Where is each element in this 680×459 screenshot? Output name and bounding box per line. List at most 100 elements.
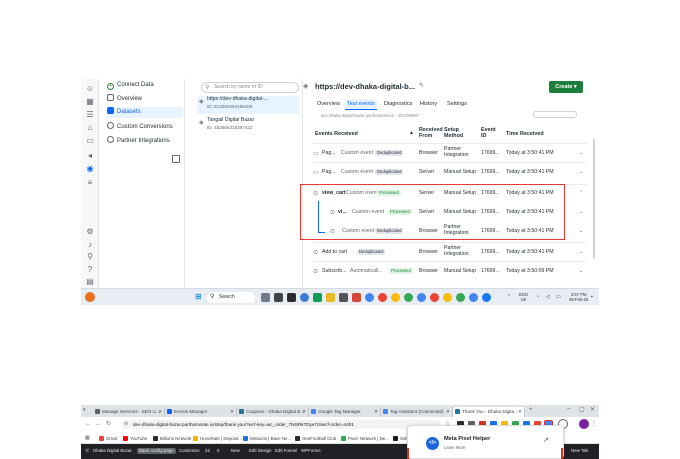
app-icon[interactable] <box>339 293 348 302</box>
tray-chevron-icon[interactable]: ⌃ <box>507 294 511 300</box>
table-row[interactable]: ▭ Pag... Custom event Deduplicated Serve… <box>313 162 587 181</box>
browser-tab[interactable]: Coupons - Dhaka Digital B... ✕ <box>237 407 309 417</box>
bookmark-item[interactable]: YouTube <box>123 435 147 442</box>
clock[interactable]: 3:57 PM 08-Feb-26 <box>569 292 588 302</box>
browser-tab[interactable]: Tag Assistant (Connected) ✕ <box>381 407 453 417</box>
tab-test-events[interactable]: Test events <box>345 99 377 110</box>
chrome-icon[interactable] <box>404 293 413 302</box>
grid-icon[interactable]: ▦ <box>85 97 95 107</box>
sort-icon[interactable]: ▲ <box>409 130 414 136</box>
reload-icon[interactable]: ↻ <box>106 420 111 428</box>
admin-bar-new[interactable]: New <box>231 448 240 454</box>
col-setup-method[interactable]: Setup Method <box>444 127 474 139</box>
admin-bar-wpforms[interactable]: WPForms <box>301 448 321 454</box>
chrome-icon[interactable] <box>378 293 387 302</box>
kebab-menu-icon[interactable]: ⋮ <box>591 420 597 428</box>
bookmark-item[interactable]: OneFootball Club <box>295 435 336 442</box>
chevron-down-icon[interactable]: ⌄ <box>579 169 583 175</box>
chrome-icon[interactable] <box>365 293 374 302</box>
app-icon[interactable] <box>313 293 322 302</box>
nav-datasets[interactable]: Datasets <box>107 107 183 118</box>
chevron-down-icon[interactable]: ⌄ <box>579 249 583 255</box>
bell-icon[interactable]: ♪ <box>85 240 95 250</box>
chrome-icon[interactable] <box>300 293 309 302</box>
col-received-from[interactable]: Received From <box>419 127 443 139</box>
close-icon[interactable]: ✕ <box>230 407 234 417</box>
learn-more-link[interactable]: Learn More <box>444 445 465 450</box>
chevron-down-icon[interactable]: ⌄ <box>579 228 583 234</box>
url-input[interactable]: ⊝ dev-dhaka-digital-bazar.parthomosite.io… <box>121 420 441 429</box>
new-tab-icon[interactable]: + <box>529 407 533 413</box>
tab-search-icon[interactable]: ▾ <box>83 407 86 413</box>
chevron-down-icon[interactable]: ⌄ <box>579 268 583 274</box>
bookmark-item[interactable]: Missions | Base Ne... <box>243 435 291 442</box>
chevron-up-icon[interactable]: ⌃ <box>579 190 583 196</box>
col-time-received[interactable]: Time Received <box>506 131 544 137</box>
bookmark-item[interactable]: Billions Network <box>153 435 191 442</box>
menu-icon[interactable]: ≡ <box>85 178 95 188</box>
admin-bar-edit-funnel[interactable]: Edit Funnel <box>275 448 297 454</box>
bookmark-item[interactable]: HonoRate | Deposit... <box>193 435 242 442</box>
admin-bar-customize[interactable]: Customize <box>179 448 200 454</box>
apps-icon[interactable]: ▦ <box>85 435 90 441</box>
weather-icon[interactable] <box>85 292 95 302</box>
volume-icon[interactable]: ◁ <box>546 294 550 300</box>
app-icon[interactable] <box>274 293 283 302</box>
maximize-icon[interactable]: ▢ <box>579 406 585 413</box>
table-row[interactable]: ▭ Pag... Custom event Deduplicated Brows… <box>313 143 587 162</box>
notification-icon[interactable]: ▪ <box>591 294 593 300</box>
list-icon[interactable]: ☰ <box>85 110 95 120</box>
search-icon[interactable]: ⚲ <box>85 252 95 262</box>
bookmark-item[interactable]: Pixel: Network | De... <box>341 435 389 442</box>
wordpress-icon[interactable]: ⓦ <box>85 448 89 454</box>
chrome-icon[interactable] <box>469 293 478 302</box>
forward-icon[interactable]: → <box>95 420 101 428</box>
chrome-icon[interactable] <box>417 293 426 302</box>
connect-data-button[interactable]: + Connect Data <box>107 80 183 91</box>
settings-icon[interactable]: ⚙ <box>85 227 95 237</box>
tab-history[interactable]: History <box>418 99 439 110</box>
taskbar-search[interactable]: ⚲ Search <box>207 292 255 303</box>
close-icon[interactable]: ✕ <box>446 407 450 417</box>
admin-bar-edit-design[interactable]: Edit Design <box>249 448 271 454</box>
chrome-icon[interactable] <box>456 293 465 302</box>
help-icon[interactable]: ? <box>85 265 95 275</box>
report-icon[interactable]: ▤ <box>85 277 95 287</box>
tab-diagnostics[interactable]: Diagnostics <box>382 99 414 110</box>
chrome-icon[interactable] <box>391 293 400 302</box>
account-avatar[interactable] <box>579 419 589 429</box>
battery-icon[interactable]: ▭ <box>556 294 561 300</box>
admin-bar-config[interactable]: Basic config.page <box>137 448 176 454</box>
col-event-id[interactable]: Event ID <box>481 127 499 139</box>
edit-icon[interactable]: ✎ <box>419 82 424 89</box>
events-manager-icon[interactable]: ◉ <box>85 164 95 174</box>
create-button[interactable]: Create ▾ <box>549 81 583 93</box>
new-tab-label[interactable]: New Tab <box>571 448 588 454</box>
close-icon[interactable]: ✕ <box>518 407 522 417</box>
col-events-received[interactable]: Events Received <box>315 131 358 137</box>
table-row[interactable]: ⊙ Add to cart Deduplicated Browser Partn… <box>313 242 587 261</box>
nav-custom-conversions[interactable]: Custom Conversions <box>107 122 183 133</box>
language-indicator[interactable]: ENG UK <box>519 292 528 302</box>
admin-bar-updates[interactable]: 22 <box>205 448 210 454</box>
emoji-icon[interactable]: ☺ <box>85 84 95 94</box>
close-icon[interactable]: ✕ <box>158 407 162 417</box>
back-icon[interactable]: ← <box>85 420 91 428</box>
admin-bar-site[interactable]: Dhaka Digital Bazar <box>93 448 132 454</box>
filter-dropdown[interactable] <box>533 111 577 118</box>
app-icon[interactable] <box>482 293 491 302</box>
dataset-item[interactable]: ◈ Tangail Digital Bazar ID: 452565318397… <box>197 117 299 135</box>
app-icon[interactable] <box>287 293 296 302</box>
wifi-icon[interactable]: ◔ <box>536 294 539 300</box>
nav-partner-integrations[interactable]: Partner Integrations <box>107 136 183 147</box>
tab-settings[interactable]: Settings <box>445 99 469 110</box>
folder-icon[interactable] <box>326 293 335 302</box>
admin-bar-comments[interactable]: 0 <box>217 448 219 454</box>
chevron-down-icon[interactable]: ⌄ <box>579 209 583 215</box>
collapse-panel-icon[interactable] <box>172 155 180 163</box>
chrome-icon[interactable] <box>443 293 452 302</box>
browser-tab[interactable]: Events Manager ✕ <box>165 407 237 417</box>
dataset-search-input[interactable]: ⚲ Search by name or ID <box>201 82 299 93</box>
dataset-item[interactable]: ◈ https://dev-dhaka-digital-... ID: 9132… <box>197 96 299 114</box>
windows-start-icon[interactable]: ⊞ <box>195 293 202 301</box>
